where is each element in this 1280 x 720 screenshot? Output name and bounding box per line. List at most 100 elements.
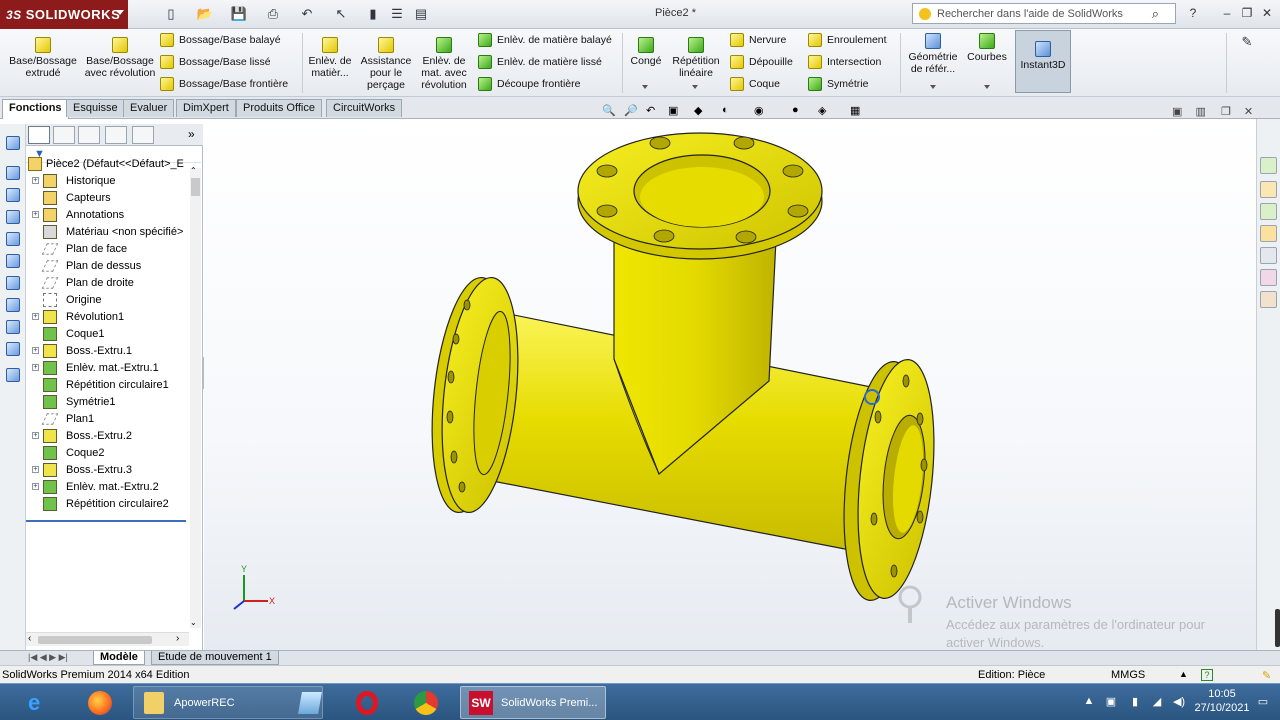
swept-boss-button[interactable]: Bossage/Base balayé	[160, 33, 281, 47]
configuration-manager-tab-icon[interactable]	[78, 126, 100, 144]
instant3d-button[interactable]: Instant3D	[1015, 30, 1071, 93]
tree-item[interactable]: Origine	[26, 291, 194, 308]
shell-button[interactable]: Coque	[730, 77, 780, 91]
close-icon[interactable]: ✕	[1258, 6, 1276, 22]
wifi-icon[interactable]: ◢	[1150, 695, 1164, 709]
tree-item[interactable]: Matériau <non spécifié>	[26, 223, 194, 240]
edit-appearance-icon[interactable]: ●	[792, 104, 806, 118]
view-settings-icon[interactable]: ▦	[850, 104, 864, 118]
tree-item[interactable]: Plan de dessus	[26, 257, 194, 274]
wrap-button[interactable]: Enroulement	[808, 33, 887, 47]
solidworks-resources-icon[interactable]	[1260, 157, 1277, 174]
reference-geometry-button[interactable]: Géométrie de référ...	[904, 33, 962, 75]
extruded-cut-button[interactable]: Enlèv. de matièr...	[308, 37, 352, 79]
boundary-cut-button[interactable]: Découpe frontière	[478, 77, 580, 91]
custom-properties-icon[interactable]	[1260, 291, 1277, 308]
new-document-icon[interactable]: ▯	[160, 5, 182, 23]
linear-pattern-button[interactable]: Répétition linéaire	[668, 37, 724, 79]
tab-esquisse[interactable]: Esquisse	[66, 99, 125, 117]
scroll-down-icon[interactable]: ⌄	[190, 618, 197, 627]
tab-circuitworks[interactable]: CircuitWorks	[326, 99, 403, 117]
bottom-view-icon[interactable]	[6, 298, 20, 312]
tree-item[interactable]: Plan1	[26, 410, 194, 427]
tab-evaluer[interactable]: Evaluer	[123, 99, 175, 117]
display-manager-tab-icon[interactable]	[132, 126, 154, 144]
expand-icon[interactable]: +	[32, 364, 39, 371]
scroll-left-icon[interactable]: ‹	[28, 633, 31, 644]
dimetric-icon[interactable]	[6, 342, 20, 356]
expand-icon[interactable]: +	[32, 432, 39, 439]
taskbar-clock[interactable]: 10:05 27/10/2021	[1192, 687, 1252, 715]
model-view[interactable]	[204, 119, 1256, 650]
tab-produits-office[interactable]: Produits Office	[236, 99, 322, 117]
home-icon[interactable]	[1260, 181, 1277, 198]
extruded-boss-button[interactable]: Base/Bossage extrudé	[6, 37, 80, 79]
chevron-down-icon[interactable]	[984, 85, 990, 89]
right-view-icon[interactable]	[6, 254, 20, 268]
expand-icon[interactable]: +	[32, 177, 39, 184]
tree-item[interactable]: + Annotations	[26, 206, 194, 223]
tray-expand-icon[interactable]: ▲	[1082, 695, 1096, 709]
revolved-boss-button[interactable]: Base/Bossage avec révolution	[84, 37, 156, 79]
previous-view-icon[interactable]: ↶	[646, 104, 660, 118]
tree-item[interactable]: Symétrie1	[26, 393, 194, 410]
tree-item[interactable]: Plan de face	[26, 240, 194, 257]
tree-item[interactable]: Répétition circulaire1	[26, 376, 194, 393]
measure-icon[interactable]	[6, 368, 20, 382]
fillet-button[interactable]: Congé	[626, 37, 666, 67]
rollback-bar[interactable]	[26, 520, 186, 522]
intersect-button[interactable]: Intersection	[808, 55, 881, 69]
scroll-right-icon[interactable]: ›	[176, 633, 179, 644]
view-orientation-icon[interactable]	[6, 136, 20, 150]
expand-icon[interactable]: +	[32, 211, 39, 218]
tree-item[interactable]: Plan de droite	[26, 274, 194, 291]
units-text[interactable]: MMGS	[1111, 669, 1145, 681]
apply-scene-icon[interactable]: ◈	[818, 104, 832, 118]
restore-viewport-icon[interactable]: ❐	[1221, 106, 1231, 118]
file-explorer-icon[interactable]	[1260, 225, 1277, 242]
expand-icon[interactable]: +	[32, 313, 39, 320]
minimize-icon[interactable]: –	[1218, 6, 1236, 22]
dimxpert-manager-tab-icon[interactable]	[105, 126, 127, 144]
select-arrow-icon[interactable]: ↖	[330, 5, 352, 23]
top-flange[interactable]	[577, 132, 823, 260]
graphics-area[interactable]: Y X	[204, 119, 1256, 650]
curves-button[interactable]: Courbes	[964, 33, 1010, 63]
tab-nav-arrows[interactable]: |◀ ◀ ▶ ▶|	[28, 652, 68, 663]
swept-cut-button[interactable]: Enlèv. de matière balayé	[478, 33, 612, 47]
expand-icon[interactable]: +	[32, 347, 39, 354]
split-icon[interactable]: ▥	[1195, 106, 1205, 118]
tree-root[interactable]: Pièce2 (Défaut<<Défaut>_E	[26, 155, 194, 172]
print-icon[interactable]: ⎙	[262, 5, 284, 23]
tab-motion-study[interactable]: Etude de mouvement 1	[151, 651, 279, 665]
property-manager-tab-icon[interactable]	[53, 126, 75, 144]
tree-item[interactable]: + Révolution1	[26, 308, 194, 325]
options-icon[interactable]: ▤	[410, 5, 432, 23]
rebuild-icon[interactable]: ▮	[362, 5, 384, 23]
zoom-area-icon[interactable]: 🔎	[624, 104, 638, 118]
lofted-boss-button[interactable]: Bossage/Base lissé	[160, 55, 271, 69]
search-icon[interactable]: ⌕	[1152, 6, 1159, 22]
view-palette-icon[interactable]	[1260, 247, 1277, 264]
pane-scroll[interactable]	[1275, 609, 1280, 647]
revolved-cut-button[interactable]: Enlèv. de mat. avec révolution	[418, 37, 470, 91]
tree-item[interactable]: + Boss.-Extru.3	[26, 461, 194, 478]
hole-wizard-button[interactable]: Assistance pour le perçage	[356, 37, 416, 91]
notification-icon[interactable]: ✎	[1262, 669, 1271, 682]
help-search-input[interactable]: Rechercher dans l'aide de SolidWorks ⌕	[912, 3, 1176, 24]
draft-button[interactable]: Dépouille	[730, 55, 793, 69]
close-viewport-icon[interactable]: ✕	[1244, 106, 1253, 118]
feature-tree-tab-icon[interactable]	[28, 126, 50, 144]
tree-item[interactable]: Coque1	[26, 325, 194, 342]
open-folder-icon[interactable]: 📂	[194, 5, 216, 23]
firefox-icon[interactable]	[88, 686, 118, 719]
tree-item[interactable]: + Boss.-Extru.1	[26, 342, 194, 359]
expand-icon[interactable]: +	[32, 483, 39, 490]
scroll-thumb[interactable]	[191, 178, 200, 196]
display-style-icon[interactable]: ◐	[722, 104, 736, 118]
notepad-icon[interactable]	[298, 686, 330, 719]
lofted-cut-button[interactable]: Enlèv. de matière lissé	[478, 55, 602, 69]
taskbar-apowerrec[interactable]: ApowerREC	[133, 686, 323, 719]
view-orientation-icon[interactable]: ◆	[694, 104, 708, 118]
units-up-icon[interactable]: ▲	[1179, 669, 1188, 679]
